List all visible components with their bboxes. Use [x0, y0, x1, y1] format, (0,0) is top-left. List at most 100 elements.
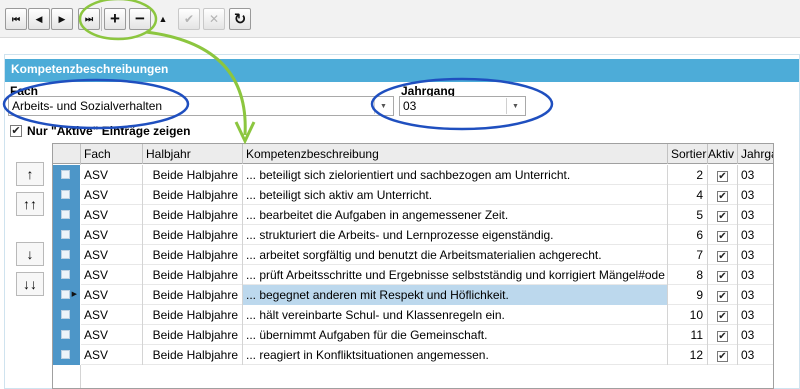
cell-aktiv[interactable]: ✔	[708, 285, 738, 305]
kompetenz-grid[interactable]: Fach Halbjahr Kompetenzbeschreibung Sort…	[52, 143, 774, 389]
aktiv-checkbox[interactable]: ✔	[717, 271, 728, 282]
only-active-option[interactable]: ✔ Nur "Aktive" Einträge zeigen	[10, 124, 190, 138]
table-row[interactable]: ASV Beide Halbjahre... übernimmt Aufgaben…	[53, 325, 773, 345]
cell-kompetenz[interactable]: ... prüft Arbeitsschritte und Ergebnisse…	[243, 265, 668, 285]
cell-kompetenz[interactable]: ... strukturiert die Arbeits- und Lernpr…	[243, 225, 668, 245]
cell-jahrgang[interactable]: 03	[738, 205, 773, 225]
cell-kompetenz[interactable]: ... begegnet anderen mit Respekt und Höf…	[243, 285, 668, 305]
edit-record-button[interactable]: ▲	[152, 8, 174, 30]
aktiv-checkbox[interactable]: ✔	[717, 311, 728, 322]
cell-aktiv[interactable]: ✔	[708, 205, 738, 225]
row-selector[interactable]	[53, 345, 81, 365]
cell-aktiv[interactable]: ✔	[708, 265, 738, 285]
table-row[interactable]: ASV Beide Halbjahre... bearbeitet die Auf…	[53, 205, 773, 225]
cell-halbjahr[interactable]: Beide Halbjahre	[143, 285, 243, 305]
cell-halbjahr[interactable]: Beide Halbjahre	[143, 165, 243, 185]
fach-combobox[interactable]: Arbeits- und Sozialverhalten ▼	[8, 96, 394, 116]
row-selector[interactable]	[53, 185, 81, 205]
cell-aktiv[interactable]: ✔	[708, 325, 738, 345]
cell-sortierung[interactable]: 4	[668, 185, 708, 205]
cell-kompetenz[interactable]: ... übernimmt Aufgaben für die Gemeinsch…	[243, 325, 668, 345]
add-record-button[interactable]: +	[104, 8, 126, 30]
aktiv-checkbox[interactable]: ✔	[717, 351, 728, 362]
cell-fach[interactable]: ASV	[81, 185, 143, 205]
cell-sortierung[interactable]: 12	[668, 345, 708, 365]
cell-halbjahr[interactable]: Beide Halbjahre	[143, 185, 243, 205]
move-up-button[interactable]: ↑	[16, 162, 44, 186]
cell-jahrgang[interactable]: 03	[738, 225, 773, 245]
cell-kompetenz[interactable]: ... beteiligt sich aktiv am Unterricht.	[243, 185, 668, 205]
cell-fach[interactable]: ASV	[81, 345, 143, 365]
cell-halbjahr[interactable]: Beide Halbjahre	[143, 265, 243, 285]
cell-sortierung[interactable]: 2	[668, 165, 708, 185]
table-row[interactable]: ASV Beide Halbjahre... reagiert in Konfli…	[53, 345, 773, 365]
cell-halbjahr[interactable]: Beide Halbjahre	[143, 305, 243, 325]
first-record-button[interactable]: ⏮	[5, 8, 27, 30]
column-header-jahrgang[interactable]: Jahrgang	[738, 144, 773, 164]
move-bottom-button[interactable]: ↓↓	[16, 272, 44, 296]
cell-jahrgang[interactable]: 03	[738, 165, 773, 185]
column-header-sortierung[interactable]: Sortierung	[668, 144, 708, 164]
row-selector[interactable]	[53, 265, 81, 285]
cell-kompetenz[interactable]: ... bearbeitet die Aufgaben in angemesse…	[243, 205, 668, 225]
cell-jahrgang[interactable]: 03	[738, 285, 773, 305]
cell-fach[interactable]: ASV	[81, 205, 143, 225]
jahrgang-combobox[interactable]: 03 ▼	[399, 96, 526, 116]
cell-fach[interactable]: ASV	[81, 245, 143, 265]
cell-jahrgang[interactable]: 03	[738, 265, 773, 285]
only-active-checkbox[interactable]: ✔	[10, 125, 22, 137]
delete-record-button[interactable]: −	[129, 8, 151, 30]
cell-halbjahr[interactable]: Beide Halbjahre	[143, 325, 243, 345]
cell-fach[interactable]: ASV	[81, 285, 143, 305]
cell-jahrgang[interactable]: 03	[738, 185, 773, 205]
table-row[interactable]: ASV Beide Halbjahre... beteiligt sich akt…	[53, 185, 773, 205]
cell-aktiv[interactable]: ✔	[708, 225, 738, 245]
cell-aktiv[interactable]: ✔	[708, 345, 738, 365]
last-record-button[interactable]: ⏭	[78, 8, 100, 30]
cell-sortierung[interactable]: 7	[668, 245, 708, 265]
move-top-button[interactable]: ↑↑	[16, 192, 44, 216]
cell-jahrgang[interactable]: 03	[738, 245, 773, 265]
cell-jahrgang[interactable]: 03	[738, 345, 773, 365]
cell-halbjahr[interactable]: Beide Halbjahre	[143, 225, 243, 245]
aktiv-checkbox[interactable]: ✔	[717, 251, 728, 262]
column-header-halbjahr[interactable]: Halbjahr	[143, 144, 243, 164]
cell-aktiv[interactable]: ✔	[708, 245, 738, 265]
cell-sortierung[interactable]: 11	[668, 325, 708, 345]
cell-kompetenz[interactable]: ... beteiligt sich zielorientiert und sa…	[243, 165, 668, 185]
cell-fach[interactable]: ASV	[81, 165, 143, 185]
post-edit-button[interactable]: ✔	[178, 8, 200, 30]
cell-jahrgang[interactable]: 03	[738, 325, 773, 345]
cell-kompetenz[interactable]: ... arbeitet sorgfältig und benutzt die …	[243, 245, 668, 265]
cancel-edit-button[interactable]: ✕	[203, 8, 225, 30]
cell-sortierung[interactable]: 9	[668, 285, 708, 305]
table-row[interactable]: ASV Beide Halbjahre... prüft Arbeitsschri…	[53, 265, 773, 285]
refresh-button[interactable]: ↻	[229, 8, 251, 30]
cell-fach[interactable]: ASV	[81, 265, 143, 285]
aktiv-checkbox[interactable]: ✔	[717, 211, 728, 222]
aktiv-checkbox[interactable]: ✔	[717, 331, 728, 342]
cell-halbjahr[interactable]: Beide Halbjahre	[143, 205, 243, 225]
cell-kompetenz[interactable]: ... hält vereinbarte Schul- und Klassenr…	[243, 305, 668, 325]
table-row[interactable]: ASV Beide Halbjahre... hält vereinbarte S…	[53, 305, 773, 325]
cell-fach[interactable]: ASV	[81, 225, 143, 245]
row-selector[interactable]	[53, 325, 81, 345]
cell-sortierung[interactable]: 10	[668, 305, 708, 325]
row-selector[interactable]	[53, 305, 81, 325]
column-header-kompetenz[interactable]: Kompetenzbeschreibung	[243, 144, 668, 164]
cell-aktiv[interactable]: ✔	[708, 165, 738, 185]
chevron-down-icon[interactable]: ▼	[506, 98, 524, 114]
cell-halbjahr[interactable]: Beide Halbjahre	[143, 245, 243, 265]
move-down-button[interactable]: ↓	[16, 242, 44, 266]
aktiv-checkbox[interactable]: ✔	[717, 291, 728, 302]
cell-sortierung[interactable]: 8	[668, 265, 708, 285]
cell-fach[interactable]: ASV	[81, 305, 143, 325]
column-header-aktiv[interactable]: Aktiv	[708, 144, 738, 164]
aktiv-checkbox[interactable]: ✔	[717, 231, 728, 242]
table-row[interactable]: ▶ ASV Beide Halbjahre... begegnet anderen …	[53, 285, 773, 305]
cell-sortierung[interactable]: 6	[668, 225, 708, 245]
table-row[interactable]: ASV Beide Halbjahre... arbeitet sorgfälti…	[53, 245, 773, 265]
table-row[interactable]: ASV Beide Halbjahre... strukturiert die A…	[53, 225, 773, 245]
cell-sortierung[interactable]: 5	[668, 205, 708, 225]
aktiv-checkbox[interactable]: ✔	[717, 191, 728, 202]
